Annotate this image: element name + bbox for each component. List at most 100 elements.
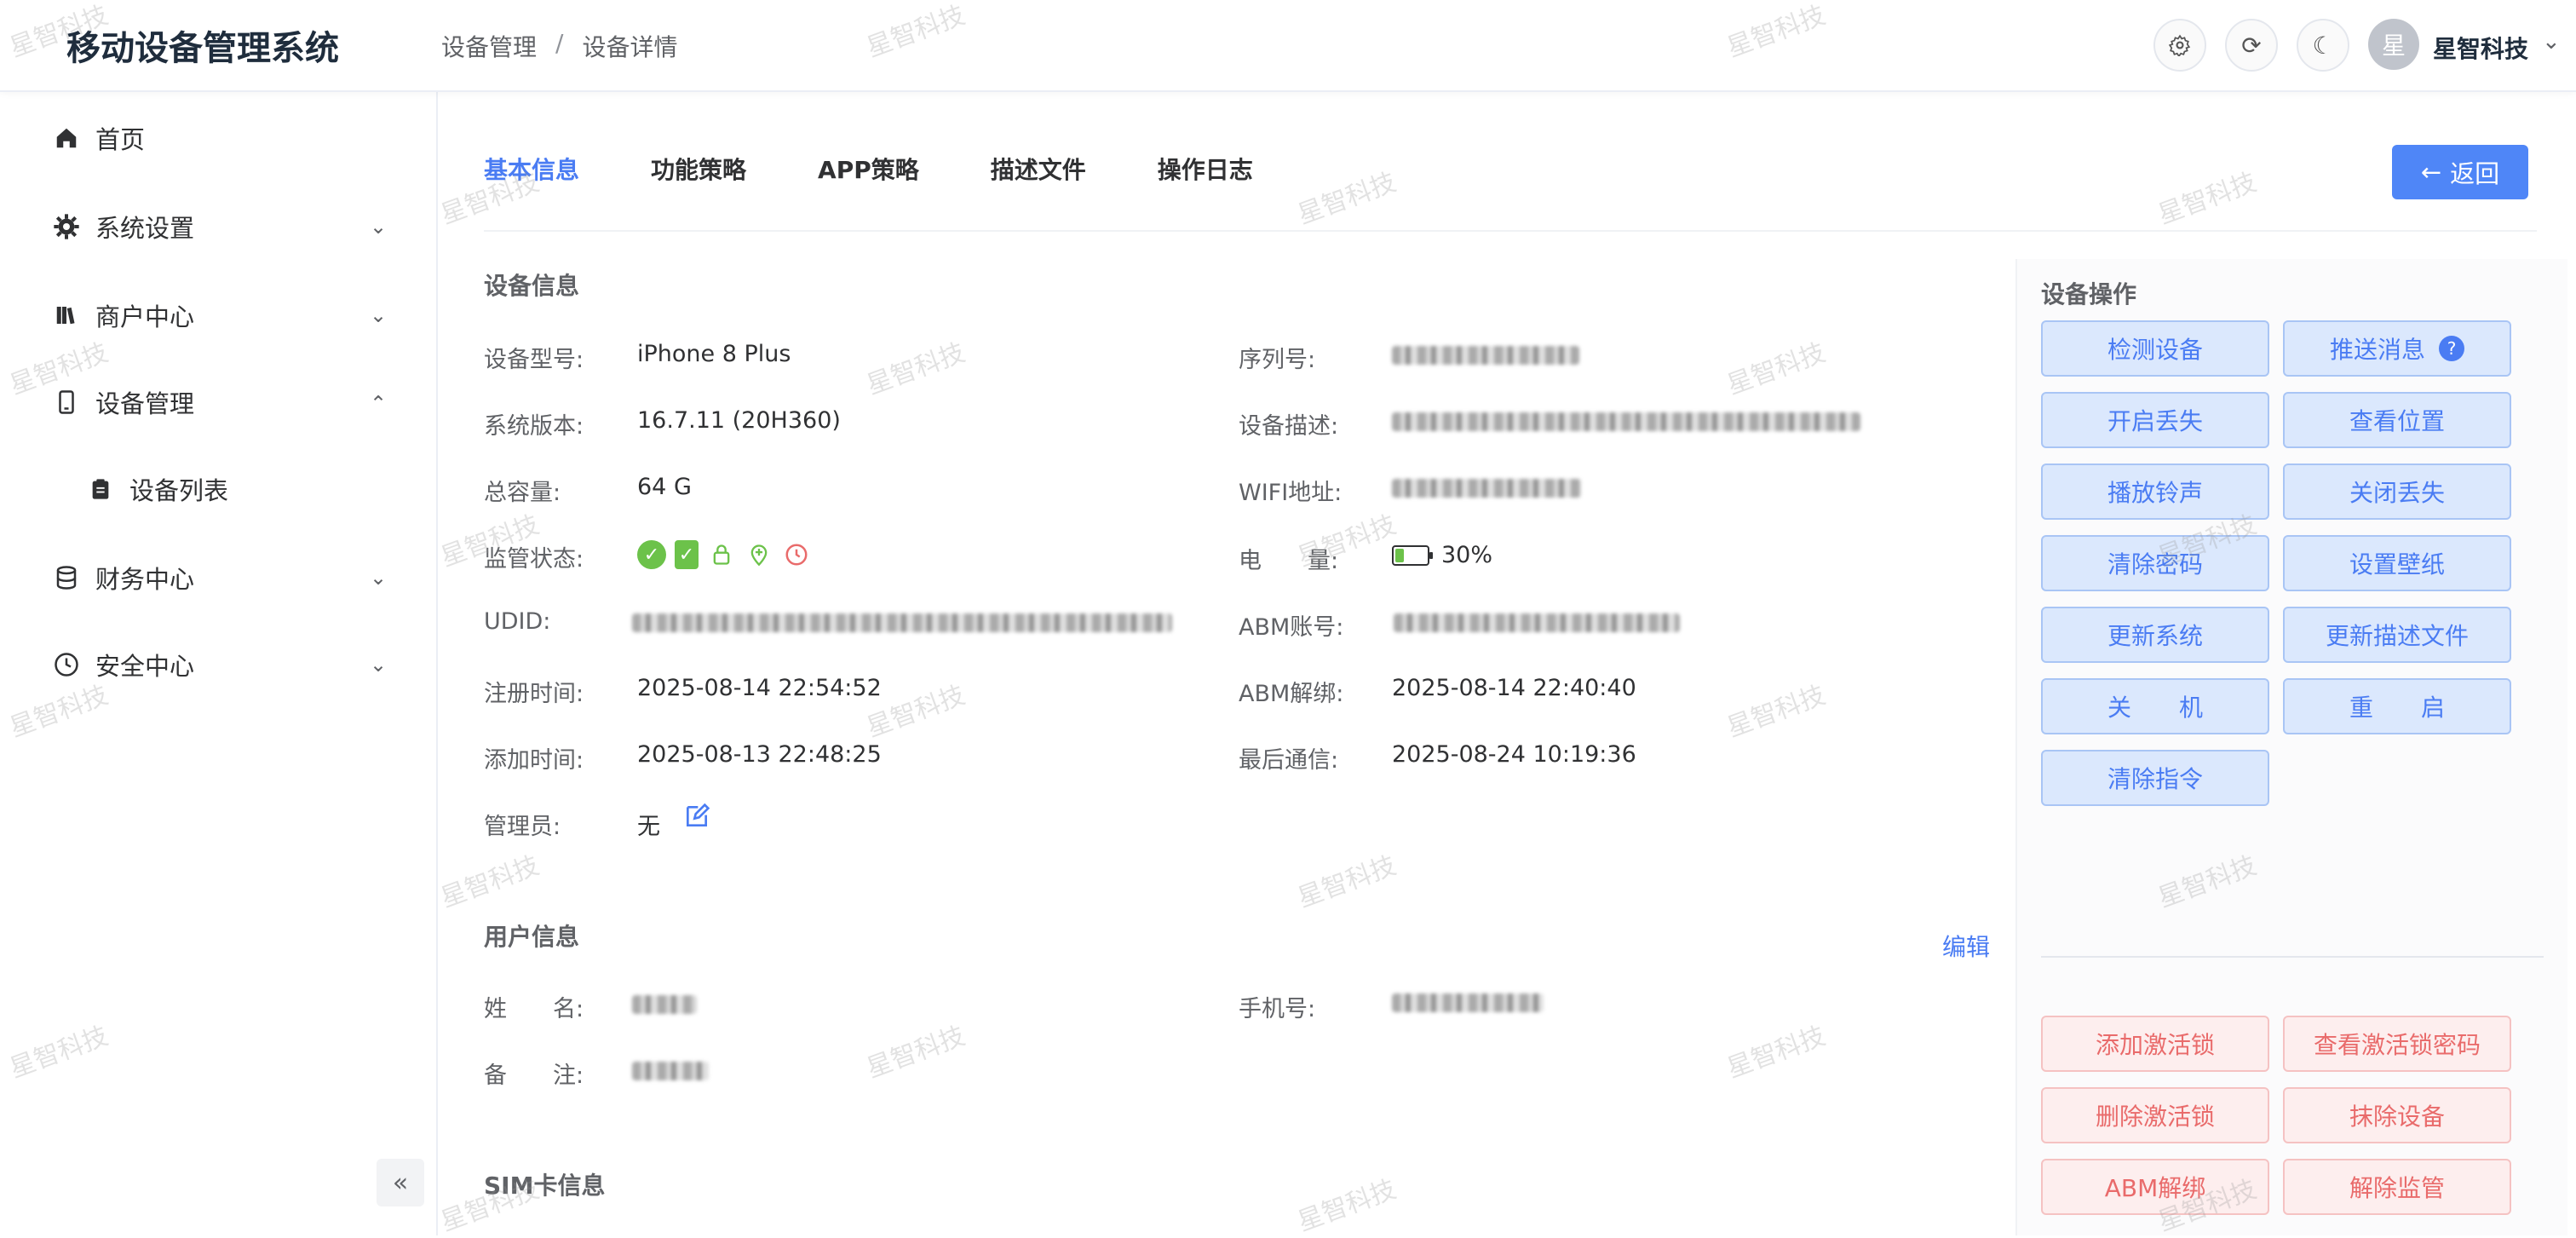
edit-icon[interactable] [683,803,710,837]
tab-profiles[interactable]: 描述文件 [991,152,1086,206]
view-location-button[interactable]: 查看位置 [2283,392,2511,448]
sidebar-item-merchant-center[interactable]: 商户中心 ⌄ [0,281,436,349]
remove-activation-lock-button[interactable]: 删除激活锁 [2041,1087,2269,1143]
register-time-value: 2025-08-14 22:54:52 [637,675,882,701]
tab-basic-info[interactable]: 基本信息 [484,152,579,206]
breadcrumb-device-management[interactable]: 设备管理 [441,29,537,63]
theme-toggle-button[interactable]: ☾ [2297,19,2349,72]
operations-divider [2041,956,2544,958]
register-time-label: 注册时间: [484,681,584,707]
sidebar-item-home[interactable]: 首页 [0,104,436,172]
breadcrumb: 设备管理 / 设备详情 [441,29,677,63]
chevron-down-icon: ⌄ [370,566,388,590]
user-name-label: 姓 名: [484,996,584,1022]
book-icon [51,300,82,331]
avatar[interactable]: 星 [2368,19,2419,70]
app-title: 移动设备管理系统 [66,29,339,68]
main-content: 基本信息 功能策略 APP策略 描述文件 操作日志 ← 返回 设备信息 设备型号… [438,92,2576,1235]
sidebar-item-device-management[interactable]: 设备管理 ⌄ [0,368,436,436]
breadcrumb-separator: / [555,29,564,57]
clear-passcode-button[interactable]: 清除密码 [2041,535,2269,591]
refresh-button[interactable]: ⟳ [2225,19,2278,72]
chevron-down-icon: ⌄ [370,215,388,239]
abm-unbind-label: ABM解绑: [1239,681,1344,707]
update-os-button[interactable]: 更新系统 [2041,607,2269,663]
capacity-label: 总容量: [484,480,561,506]
lock-icon [707,540,736,569]
database-icon [51,562,82,593]
remark-label: 备 注: [484,1062,584,1089]
top-header: 移动设备管理系统 设备管理 / 设备详情 ⟳ ☾ 星 星智科技 ⌄ [0,0,2576,92]
settings-button[interactable] [2153,19,2206,72]
clear-commands-button[interactable]: 清除指令 [2041,750,2269,806]
admin-label: 管理员: [484,814,561,840]
set-wallpaper-button[interactable]: 设置壁纸 [2283,535,2511,591]
sidebar-item-label: 商户中心 [95,302,195,331]
supervision-label: 监管状态: [484,546,584,573]
gear-icon [51,211,82,242]
collapse-sidebar-button[interactable]: « [377,1159,424,1206]
wifi-label: WIFI地址: [1239,480,1343,506]
location-plus-icon [745,540,773,569]
added-time-value: 2025-08-13 22:48:25 [637,741,882,768]
update-profile-button[interactable]: 更新描述文件 [2283,607,2511,663]
shutdown-button[interactable]: 关 机 [2041,678,2269,734]
capacity-value: 64 G [637,474,692,500]
battery-icon [1392,544,1433,566]
os-version-value: 16.7.11 (20H360) [637,407,841,434]
back-button-label: 返回 [2450,159,2500,188]
supervision-status-icons: ✓ ✓ [637,540,811,569]
question-icon[interactable]: ? [2439,336,2464,361]
section-title-user-info: 用户信息 [484,923,580,951]
serial-value-redacted [1392,346,1579,365]
play-sound-button[interactable]: 播放铃声 [2041,464,2269,520]
chevron-down-icon[interactable]: ⌄ [2542,29,2561,55]
detect-device-button[interactable]: 检测设备 [2041,320,2269,377]
clock-icon [51,649,82,680]
user-name[interactable]: 星智科技 [2433,31,2528,65]
chevron-down-icon: ⌄ [370,653,388,677]
model-value: iPhone 8 Plus [637,341,791,367]
abm-account-label: ABM账号: [1239,614,1344,641]
back-button[interactable]: ← 返回 [2392,145,2528,199]
udid-label: UDID: [484,608,551,635]
refresh-icon: ⟳ [2241,31,2262,60]
tab-function-policy[interactable]: 功能策略 [651,152,746,206]
clipboard-check-icon: ✓ [675,540,699,569]
double-chevron-left-icon: « [392,1167,409,1198]
model-label: 设备型号: [484,347,584,373]
admin-value: 无 [637,814,660,840]
sidebar-item-finance-center[interactable]: 财务中心 ⌄ [0,544,436,612]
erase-device-button[interactable]: 抹除设备 [2283,1087,2511,1143]
abm-unbind-button[interactable]: ABM解绑 [2041,1159,2269,1215]
disable-lost-mode-button[interactable]: 关闭丢失 [2283,464,2511,520]
tab-app-policy[interactable]: APP策略 [818,152,919,206]
push-message-button[interactable]: 推送消息 ? [2283,320,2511,377]
enable-lost-mode-button[interactable]: 开启丢失 [2041,392,2269,448]
sidebar-item-label: 安全中心 [95,652,195,681]
chevron-down-icon: ⌄ [370,303,388,327]
device-operations-panel: 设备操作 检测设备 推送消息 ? 开启丢失 查看位置 播放铃声 关闭丢失 清除密… [2015,259,2567,1235]
clock-icon [782,540,811,569]
sidebar: 首页 系统设置 ⌄ 商户中心 ⌄ 设备管理 ⌄ 设备列表 财务中心 ⌄ 安全中心… [0,92,438,1235]
sidebar-item-security-center[interactable]: 安全中心 ⌄ [0,631,436,699]
view-activation-lock-password-button[interactable]: 查看激活锁密码 [2283,1016,2511,1072]
battery-value: 30% [1441,542,1493,568]
arrow-left-icon: ← [2420,158,2442,187]
abm-account-value-redacted [1394,613,1680,632]
sidebar-item-system-settings[interactable]: 系统设置 ⌄ [0,193,436,261]
home-icon [51,123,82,153]
restart-button[interactable]: 重 启 [2283,678,2511,734]
tab-operation-log[interactable]: 操作日志 [1158,152,1253,206]
check-circle-icon: ✓ [637,540,666,569]
sidebar-item-label: 首页 [95,125,146,154]
edit-user-link[interactable]: 编辑 [1942,929,1990,963]
remove-supervision-button[interactable]: 解除监管 [2283,1159,2511,1215]
add-activation-lock-button[interactable]: 添加激活锁 [2041,1016,2269,1072]
sidebar-item-label: 设备管理 [95,389,195,418]
added-time-label: 添加时间: [484,747,584,774]
udid-value-redacted [632,613,1172,632]
sidebar-item-device-list[interactable]: 设备列表 [0,455,436,523]
abm-unbind-value: 2025-08-14 22:40:40 [1392,675,1636,701]
push-message-label: 推送消息 [2329,336,2425,364]
